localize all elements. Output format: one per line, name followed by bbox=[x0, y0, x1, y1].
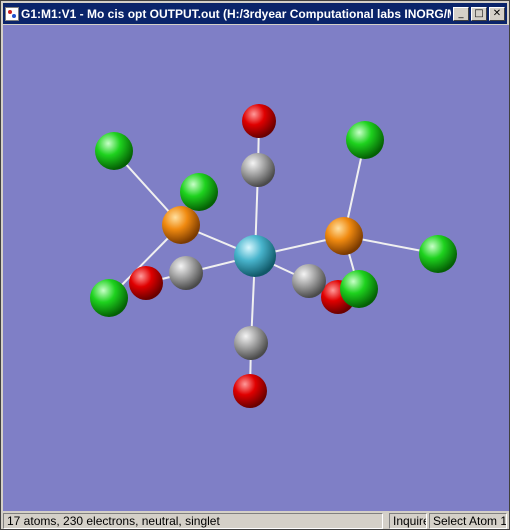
atom-phosphorus-left[interactable] bbox=[162, 206, 200, 244]
molecule-render[interactable] bbox=[3, 25, 509, 511]
atom-oxygen-top[interactable] bbox=[242, 104, 276, 138]
status-mode-inquire[interactable]: Inquire bbox=[389, 513, 427, 529]
atom-chlorine-lower-left[interactable] bbox=[90, 279, 128, 317]
atom-chlorine-upper-left[interactable] bbox=[95, 132, 133, 170]
status-select-atom: Select Atom 1 bbox=[429, 513, 507, 529]
atom-phosphorus-right[interactable] bbox=[325, 217, 363, 255]
status-bar: 17 atoms, 230 electrons, neutral, single… bbox=[3, 513, 507, 529]
atom-oxygen-bottom[interactable] bbox=[233, 374, 267, 408]
atom-carbon-bottom[interactable] bbox=[234, 326, 268, 360]
atom-molybdenum-center[interactable] bbox=[234, 235, 276, 277]
atom-chlorine-upper-right[interactable] bbox=[346, 121, 384, 159]
atom-carbon-right[interactable] bbox=[292, 264, 326, 298]
application-window: G1:M1:V1 - Mo cis opt OUTPUT.out (H:/3rd… bbox=[0, 0, 510, 530]
title-bar[interactable]: G1:M1:V1 - Mo cis opt OUTPUT.out (H:/3rd… bbox=[3, 3, 507, 24]
atom-chlorine-upper[interactable] bbox=[180, 173, 218, 211]
maximize-button[interactable]: □ bbox=[471, 6, 487, 21]
minimize-button[interactable]: _ bbox=[453, 6, 469, 21]
atom-carbon-left[interactable] bbox=[169, 256, 203, 290]
close-button[interactable]: ✕ bbox=[489, 6, 505, 21]
atom-chlorine-right[interactable] bbox=[419, 235, 457, 273]
molecule-viewport[interactable] bbox=[3, 25, 509, 511]
app-icon[interactable] bbox=[5, 6, 19, 21]
atom-carbon-top[interactable] bbox=[241, 153, 275, 187]
status-molecule-summary: 17 atoms, 230 electrons, neutral, single… bbox=[3, 513, 383, 529]
atom-chlorine-lower-right[interactable] bbox=[340, 270, 378, 308]
window-title: G1:M1:V1 - Mo cis opt OUTPUT.out (H:/3rd… bbox=[21, 6, 451, 21]
atom-oxygen-left[interactable] bbox=[129, 266, 163, 300]
